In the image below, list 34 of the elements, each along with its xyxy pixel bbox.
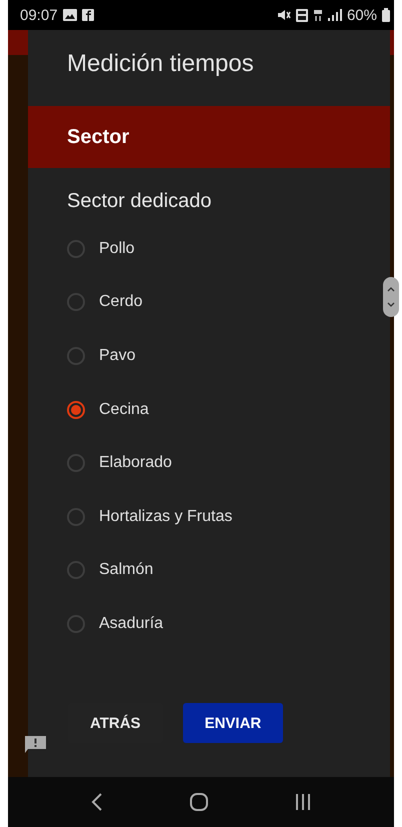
radio-button[interactable]	[67, 508, 85, 526]
radio-button[interactable]	[67, 454, 85, 472]
radio-button[interactable]	[67, 400, 85, 419]
section-header: Sector	[28, 106, 390, 168]
radio-button[interactable]	[67, 240, 85, 258]
status-time: 09:07	[20, 6, 58, 24]
radio-button[interactable]	[67, 561, 85, 580]
radio-button[interactable]	[67, 614, 85, 633]
battery-icon	[382, 8, 390, 22]
image-icon	[62, 9, 77, 21]
radio-button[interactable]	[67, 293, 85, 312]
dialog-title: Medición tiempos	[66, 49, 255, 79]
question-label: Sector dedicado	[66, 189, 213, 214]
feedback-icon[interactable]	[24, 735, 47, 753]
send-button[interactable]: ENVIAR	[182, 703, 284, 743]
option-label[interactable]: Elaborado	[99, 454, 172, 472]
network-icon	[296, 8, 308, 22]
option-label[interactable]: Asaduría	[99, 614, 164, 633]
data-arrows-icon	[312, 8, 323, 22]
option-label[interactable]: Salmón	[99, 561, 154, 580]
option-label[interactable]: Cecina	[99, 400, 149, 419]
option-label[interactable]: Pavo	[99, 346, 136, 365]
signal-icon	[328, 9, 342, 21]
battery-percent: 60%	[346, 6, 377, 24]
mute-icon	[276, 9, 291, 21]
scroll-handle[interactable]	[383, 277, 399, 317]
square-app-icon	[82, 9, 94, 21]
option-label[interactable]: Pollo	[99, 240, 135, 258]
option-label[interactable]: Hortalizas y Frutas	[99, 508, 232, 526]
back-icon[interactable]	[91, 793, 104, 811]
recent-apps-icon[interactable]	[294, 794, 311, 810]
home-icon[interactable]	[190, 793, 208, 811]
option-label[interactable]: Cerdo	[99, 293, 143, 312]
radio-button[interactable]	[67, 346, 85, 365]
